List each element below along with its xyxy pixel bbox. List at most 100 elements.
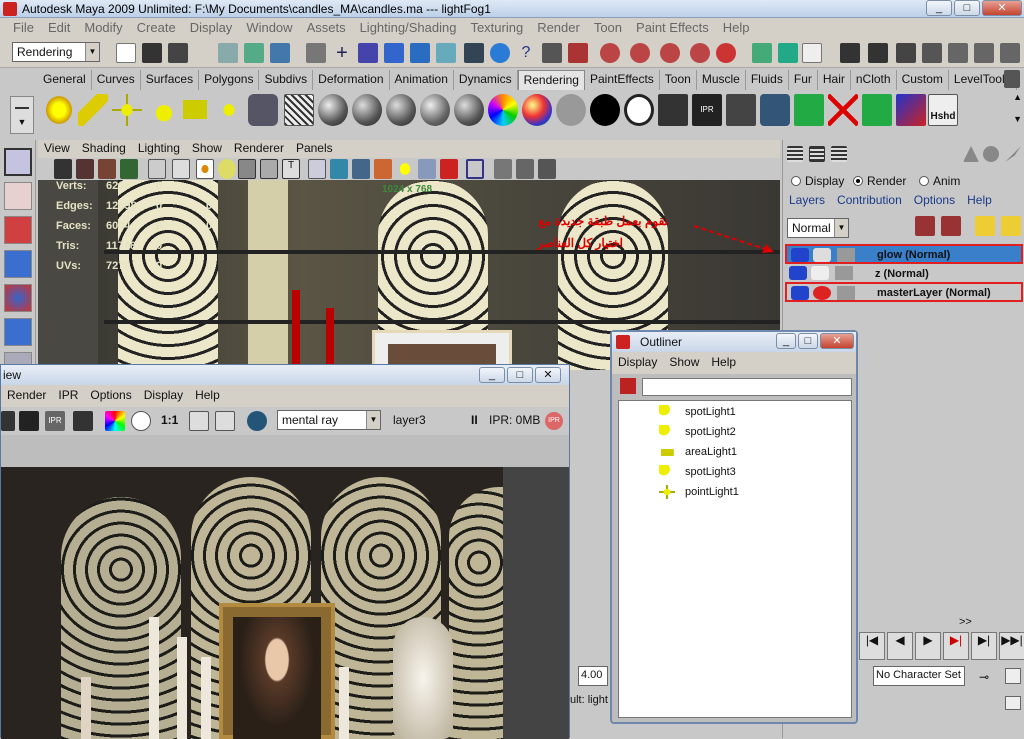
- textured-icon[interactable]: [374, 159, 392, 179]
- tab-dynamics[interactable]: Dynamics: [454, 70, 518, 90]
- outliner-item-spotlight2[interactable]: spotLight2: [659, 425, 736, 443]
- rv-menu-display[interactable]: Display: [138, 385, 189, 407]
- layer-editor-toggle-icon[interactable]: [809, 146, 825, 162]
- visibility-icon[interactable]: [811, 266, 829, 280]
- move-layer-up-icon[interactable]: [915, 216, 935, 236]
- vp-menu-lighting[interactable]: Lighting: [132, 140, 186, 158]
- render-globals-icon[interactable]: [922, 43, 942, 63]
- render-current-frame-icon[interactable]: [490, 43, 510, 63]
- menu-create[interactable]: Create: [130, 18, 183, 38]
- render-layer-icon[interactable]: [791, 248, 809, 262]
- move-tool-icon[interactable]: [4, 250, 32, 278]
- real-size-button[interactable]: 1:1: [161, 413, 178, 427]
- surface-shader-icon[interactable]: [556, 94, 586, 126]
- select-tool-icon[interactable]: [4, 148, 32, 176]
- go-to-end-icon[interactable]: ▶▶|: [999, 632, 1024, 660]
- blinn-sphere-icon[interactable]: [318, 94, 348, 126]
- menu-file[interactable]: File: [6, 18, 41, 38]
- minimize-button[interactable]: _: [479, 367, 505, 383]
- render-settings-icon[interactable]: [247, 411, 267, 431]
- render-diagnostics-icon[interactable]: [760, 94, 790, 126]
- menu-render[interactable]: Render: [530, 18, 587, 38]
- display-alpha-icon[interactable]: [131, 411, 151, 431]
- flask-2-icon[interactable]: [862, 94, 892, 126]
- gate-mask-icon[interactable]: [218, 159, 236, 179]
- select-hierarchy-icon[interactable]: [218, 43, 238, 63]
- render-view-icon[interactable]: [868, 43, 888, 63]
- render-clapboard-icon[interactable]: [658, 94, 688, 126]
- step-back-icon[interactable]: ◀: [887, 632, 913, 660]
- display-mode-radio[interactable]: Display: [791, 174, 844, 188]
- shelf-scroll-down-icon[interactable]: ▼: [1013, 114, 1022, 124]
- show-hide-sidebar-icon[interactable]: [778, 43, 798, 63]
- hypershade-label-icon[interactable]: Hshd: [928, 94, 958, 126]
- select-object-icon[interactable]: [244, 43, 264, 63]
- new-layer-selected-icon[interactable]: [1001, 216, 1021, 236]
- magnet-grid-icon[interactable]: [690, 43, 710, 63]
- outliner-menu-show[interactable]: Show: [663, 352, 705, 374]
- render-settings-clapboard-icon[interactable]: [726, 94, 756, 126]
- area-light-icon[interactable]: [180, 94, 210, 126]
- tab-toon[interactable]: Toon: [660, 70, 697, 90]
- display-rgb-icon[interactable]: [105, 411, 125, 431]
- menu-paint-effects[interactable]: Paint Effects: [629, 18, 716, 38]
- lambert-sphere-icon[interactable]: [352, 94, 382, 126]
- anisotropic-sphere-icon[interactable]: [454, 94, 484, 126]
- maximize-button[interactable]: □: [954, 0, 980, 16]
- go-to-start-icon[interactable]: |◀: [859, 632, 885, 660]
- input-line-icon[interactable]: [752, 43, 772, 63]
- smooth-shade-icon[interactable]: [330, 159, 348, 179]
- make-live-icon[interactable]: [436, 43, 456, 63]
- outliner-item-spotlight1[interactable]: spotLight1: [659, 405, 736, 423]
- menu-texturing[interactable]: Texturing: [463, 18, 530, 38]
- phong-sphere-icon[interactable]: [386, 94, 416, 126]
- menu-help[interactable]: Help: [716, 18, 757, 38]
- render-mode-radio[interactable]: Render: [853, 174, 906, 188]
- tab-muscle[interactable]: Muscle: [697, 70, 746, 90]
- vp-menu-renderer[interactable]: Renderer: [228, 140, 290, 158]
- wireframe-on-shaded-icon[interactable]: [352, 159, 370, 179]
- delete-flask-icon[interactable]: [828, 94, 858, 126]
- close-button[interactable]: ✕: [820, 333, 854, 349]
- move-layer-down-icon[interactable]: [941, 216, 961, 236]
- close-button[interactable]: ✕: [982, 0, 1022, 16]
- outliner-menu-help[interactable]: Help: [705, 352, 742, 374]
- ipr-render-icon[interactable]: [542, 43, 562, 63]
- redo-render-icon[interactable]: [1, 411, 15, 431]
- play-icon[interactable]: ▶: [915, 632, 941, 660]
- wireframe-icon[interactable]: [308, 159, 326, 179]
- tab-curves[interactable]: Curves: [92, 70, 141, 90]
- tab-subdivs[interactable]: Subdivs: [259, 70, 314, 90]
- blend-mode-select[interactable]: Normal ▼: [787, 218, 849, 238]
- magnet-surface-icon[interactable]: [660, 43, 680, 63]
- character-set-field[interactable]: No Character Set: [873, 666, 965, 686]
- new-empty-layer-icon[interactable]: [975, 216, 995, 236]
- channel-layer-toggle-icon[interactable]: [831, 146, 847, 162]
- open-scene-icon[interactable]: [142, 43, 162, 63]
- close-button[interactable]: ✕: [535, 367, 561, 383]
- layer-row-masterlayer[interactable]: masterLayer (Normal): [785, 282, 1023, 302]
- tab-fluids[interactable]: Fluids: [746, 70, 789, 90]
- flask-icon[interactable]: [794, 94, 824, 126]
- bookmark-icon[interactable]: [98, 159, 116, 179]
- key-icon[interactable]: ⊸: [979, 670, 989, 684]
- volume-light-icon[interactable]: [214, 94, 244, 126]
- layer-row-glow[interactable]: glow (Normal): [785, 244, 1023, 264]
- render-settings-icon[interactable]: [568, 43, 588, 63]
- point-light-icon[interactable]: [112, 94, 142, 126]
- snap-view-plane-icon[interactable]: [410, 43, 430, 63]
- isolate-select-icon[interactable]: [466, 159, 484, 179]
- camera-attributes-icon[interactable]: [76, 159, 94, 179]
- snap-point-icon[interactable]: [384, 43, 404, 63]
- tab-ncloth[interactable]: nCloth: [851, 70, 897, 90]
- tab-hair[interactable]: Hair: [818, 70, 851, 90]
- key-step-icon[interactable]: ▶|: [943, 632, 969, 660]
- scale-tool-icon[interactable]: [4, 318, 32, 346]
- vp-menu-view[interactable]: View: [38, 140, 76, 158]
- lasso-tool-icon[interactable]: [4, 182, 32, 210]
- use-background-icon[interactable]: [590, 94, 620, 126]
- render-layer-icon[interactable]: [789, 266, 807, 280]
- help-icon[interactable]: ?: [516, 43, 536, 63]
- channel-box-icon[interactable]: [948, 43, 968, 63]
- backface-culling-icon[interactable]: [538, 159, 556, 179]
